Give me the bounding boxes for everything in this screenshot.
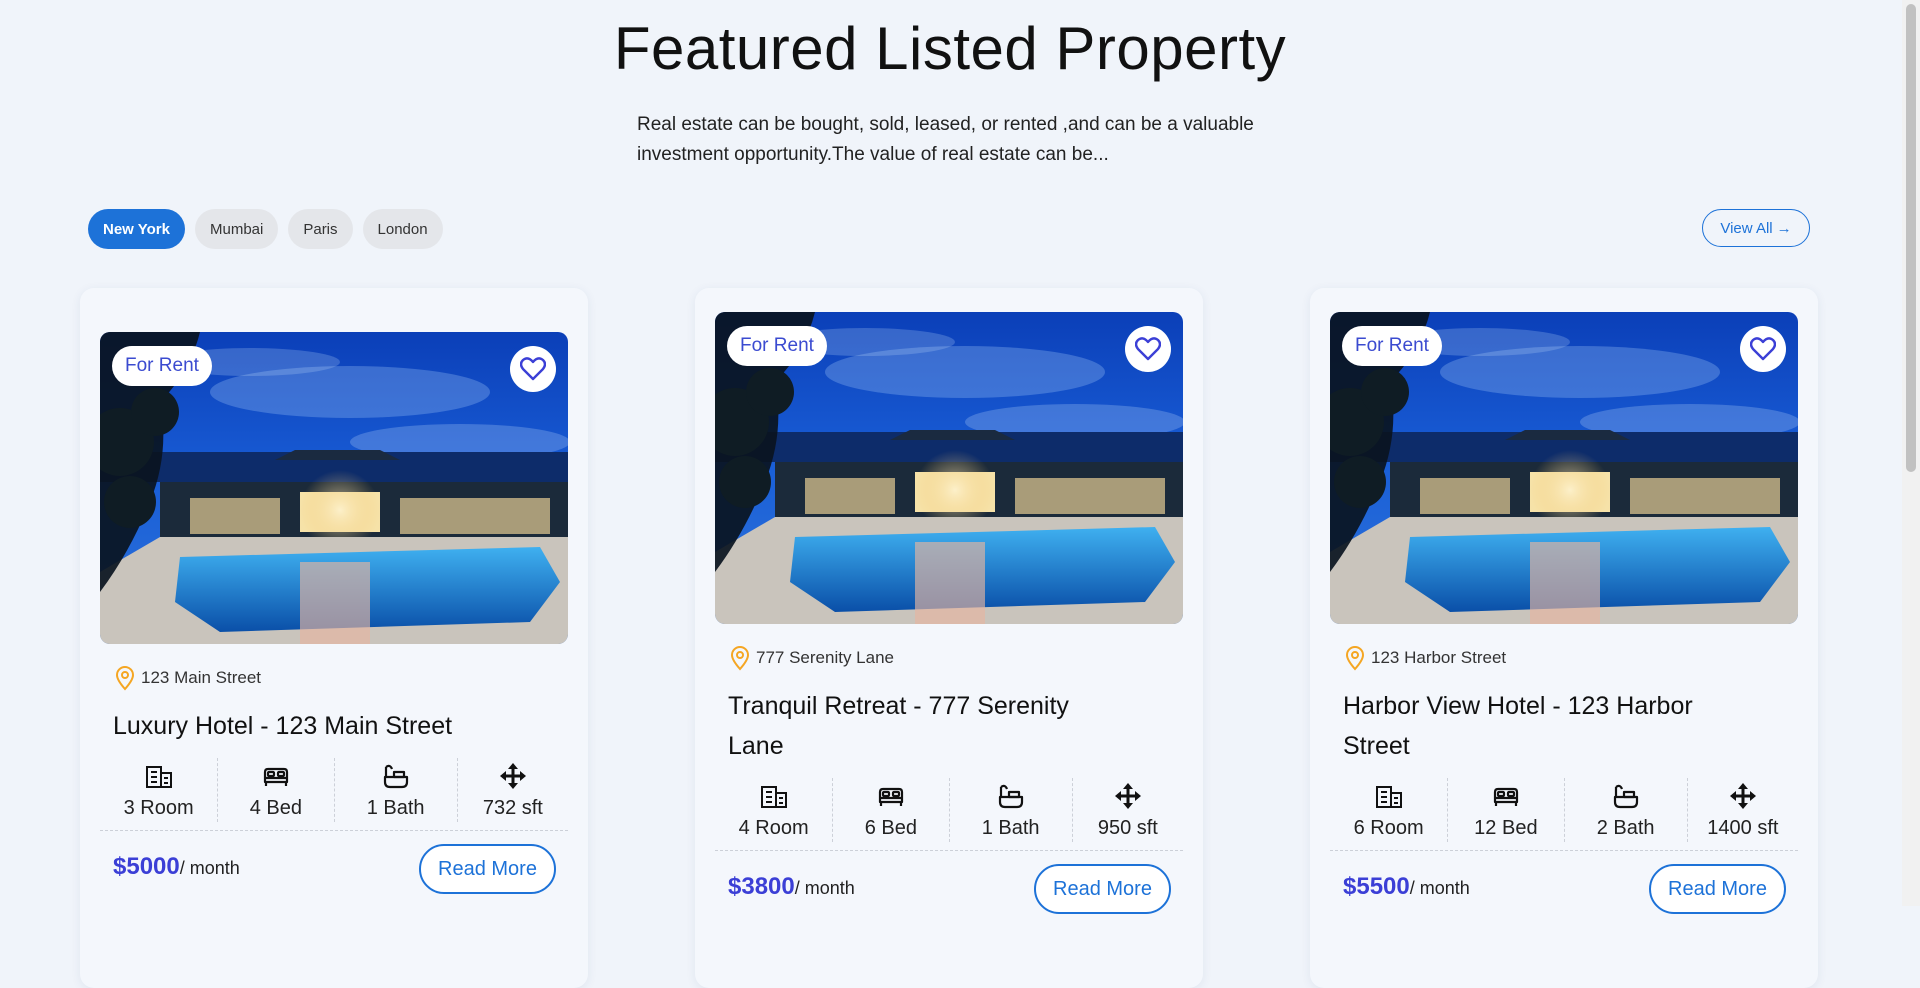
bathtub-icon [1613, 784, 1638, 809]
property-features: 3 Room 4 Bed 1 Bath 732 sft [100, 758, 568, 822]
property-image[interactable]: For Rent [100, 332, 568, 644]
area-icon [499, 763, 526, 789]
baths-value: 1 Bath [981, 817, 1040, 839]
property-card-2: For Rent 777 Serenity Lane Tranquil Retr… [695, 288, 1203, 988]
feature-beds: 12 Bed [1447, 778, 1563, 842]
area-icon [1729, 783, 1756, 809]
property-card-1: For Rent 123 Main Street Luxury Hotel - … [80, 288, 588, 988]
property-title[interactable]: Tranquil Retreat - 777 Serenity Lane [728, 686, 1118, 766]
feature-area: 732 sft [456, 758, 568, 822]
vertical-scrollbar[interactable] [1902, 0, 1920, 906]
address-text: 777 Serenity Lane [756, 648, 894, 667]
building-icon [1375, 786, 1402, 808]
property-image[interactable]: For Rent [715, 312, 1183, 624]
price-amount: $5000 [113, 853, 180, 880]
bathtub-icon [383, 764, 408, 789]
rooms-value: 4 Room [738, 817, 809, 839]
section-description: Real estate can be bought, sold, leased,… [637, 114, 1254, 165]
bathtub-icon [998, 784, 1023, 809]
rooms-value: 3 Room [123, 797, 194, 819]
divider [100, 830, 568, 831]
favorite-button[interactable] [510, 346, 556, 392]
price: $5000 / month [113, 853, 240, 881]
baths-value: 1 Bath [366, 797, 425, 819]
price-amount: $5500 [1343, 873, 1410, 900]
read-more-button[interactable]: Read More [1649, 864, 1786, 914]
heart-icon [520, 357, 546, 381]
tab-london[interactable]: London [362, 209, 443, 249]
area-icon [1114, 783, 1141, 809]
arrow-right-icon: → [1776, 219, 1792, 237]
location-pin-icon [115, 666, 135, 691]
tab-mumbai[interactable]: Mumbai [194, 209, 279, 249]
building-icon [760, 786, 787, 808]
area-value: 950 sft [1097, 817, 1158, 839]
baths-value: 2 Bath [1596, 817, 1655, 839]
location-pin-icon [1345, 646, 1365, 671]
feature-rooms: 6 Room [1330, 778, 1447, 842]
bed-icon [1493, 787, 1518, 808]
beds-value: 4 Bed [249, 797, 302, 819]
property-address: 123 Harbor Street [1343, 645, 1506, 671]
feature-beds: 6 Bed [832, 778, 948, 842]
beds-value: 12 Bed [1474, 817, 1538, 839]
feature-baths: 2 Bath [1563, 778, 1687, 842]
property-card-3: For Rent 123 Harbor Street Harbor View H… [1310, 288, 1818, 988]
tab-paris[interactable]: Paris [288, 209, 353, 249]
address-text: 123 Harbor Street [1371, 648, 1507, 667]
status-badge: For Rent [1342, 326, 1442, 366]
page-title: Featured Listed Property [613, 15, 1287, 82]
status-badge: For Rent [727, 326, 827, 366]
property-address: 123 Main Street [113, 665, 261, 691]
price-period: / month [1409, 878, 1470, 898]
property-address: 777 Serenity Lane [728, 645, 894, 671]
feature-baths: 1 Bath [948, 778, 1072, 842]
view-all-label: View All [1720, 219, 1773, 237]
property-title[interactable]: Harbor View Hotel - 123 Harbor Street [1343, 686, 1733, 766]
rooms-value: 6 Room [1353, 817, 1424, 839]
property-title[interactable]: Luxury Hotel - 123 Main Street [113, 706, 503, 746]
feature-rooms: 3 Room [100, 758, 217, 822]
scrollbar-thumb[interactable] [1906, 4, 1916, 472]
price-amount: $3800 [728, 873, 795, 900]
building-icon [145, 766, 172, 788]
price-period: / month [794, 878, 855, 898]
location-pin-icon [730, 646, 750, 671]
property-image[interactable]: For Rent [1330, 312, 1798, 624]
bed-icon [263, 767, 288, 788]
favorite-button[interactable] [1125, 326, 1171, 372]
city-filter-tabs: New York Mumbai Paris London [88, 209, 443, 249]
beds-value: 6 Bed [864, 817, 917, 839]
read-more-button[interactable]: Read More [1034, 864, 1171, 914]
area-value: 1400 sft [1707, 817, 1779, 839]
price: $5500 / month [1343, 873, 1470, 901]
price: $3800 / month [728, 873, 855, 901]
divider [1330, 850, 1798, 851]
property-features: 6 Room 12 Bed 2 Bath 1400 sft [1330, 778, 1798, 842]
feature-beds: 4 Bed [217, 758, 333, 822]
heart-icon [1135, 337, 1161, 361]
address-text: 123 Main Street [141, 668, 262, 687]
status-badge: For Rent [112, 346, 212, 386]
divider [715, 850, 1183, 851]
feature-baths: 1 Bath [333, 758, 457, 822]
favorite-button[interactable] [1740, 326, 1786, 372]
feature-area: 950 sft [1071, 778, 1183, 842]
feature-area: 1400 sft [1686, 778, 1798, 842]
bed-icon [878, 787, 903, 808]
area-value: 732 sft [482, 797, 543, 819]
view-all-button[interactable]: View All → [1702, 209, 1810, 247]
tab-new-york[interactable]: New York [88, 209, 185, 249]
feature-rooms: 4 Room [715, 778, 832, 842]
property-features: 4 Room 6 Bed 1 Bath 950 sft [715, 778, 1183, 842]
price-period: / month [179, 858, 240, 878]
read-more-button[interactable]: Read More [419, 844, 556, 894]
heart-icon [1750, 337, 1776, 361]
